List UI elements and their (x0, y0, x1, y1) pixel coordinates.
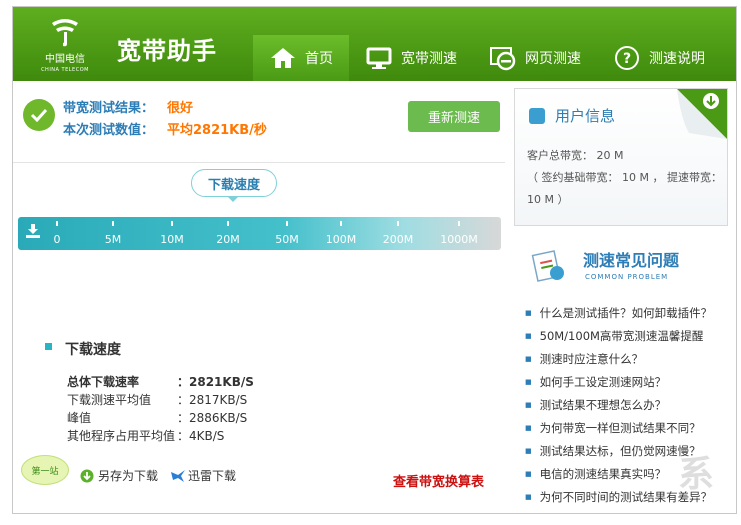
faq-header: 测速常见问题 COMMON PROBLEM (527, 243, 727, 287)
divider (13, 162, 505, 163)
speed-value: 平均2821KB/秒 (167, 123, 267, 138)
result-value: 很好 (167, 101, 194, 116)
green-download-icon (80, 469, 94, 483)
download-speed-bubble: 下载速度 (191, 169, 277, 197)
stat-value: ：2886KB/S (177, 411, 248, 425)
boost-bandwidth: 10 M ） (527, 193, 569, 206)
scale-tick-label: 5M (104, 233, 122, 246)
speed-label: 本次测试数值： (63, 123, 155, 138)
scale-tick-label: 200M (382, 233, 414, 246)
question-icon: ? (613, 44, 641, 72)
faq-subtitle: COMMON PROBLEM (585, 273, 669, 281)
scale-tick-label: 1000M (440, 233, 478, 246)
scale-tick (340, 221, 342, 226)
nav-broadband-speed[interactable]: 宽带测速 (349, 35, 473, 81)
scale-tick-label: 0 (53, 233, 61, 246)
first-station-badge[interactable]: 第一站 (21, 455, 69, 485)
stat-label: 峰值 (67, 411, 92, 425)
scale-tick (286, 221, 288, 226)
download-tray-icon (25, 223, 41, 239)
user-info-card: 用户信息 客户总带宽： 20 M （ 签约基础带宽： 10 M ， 提速带宽： … (514, 88, 728, 226)
stat-label: 总体下载速率 (67, 375, 140, 389)
checkmark-icon (23, 99, 55, 131)
nav-web-speed[interactable]: 网页测速 (473, 35, 597, 81)
scale-tick-label: 20M (216, 233, 240, 246)
faq-title: 测速常见问题 (583, 251, 680, 270)
result-label: 带宽测试结果： (63, 101, 155, 116)
user-info-icon (529, 107, 545, 124)
speed-scale-bar: 0 5M 10M 20M 50M 100M 200M 1000M (18, 217, 501, 250)
faq-document-icon (531, 250, 564, 282)
faq-item[interactable]: 测试结果不理想怎么办？ (525, 394, 736, 417)
stat-value: ：4KB/S (177, 429, 225, 443)
scale-tick (171, 221, 173, 226)
header-bar: 中国电信 CHINA TELECOM 宽带助手 首页 宽带测速 网页测速 ? 测… (13, 7, 736, 81)
save-as-download-link[interactable]: 另存为下载 (80, 467, 158, 484)
faq-item[interactable]: 50M/100M高带宽测速温馨提醒 (525, 325, 736, 348)
home-icon (269, 44, 297, 72)
watermark: 系 (678, 454, 715, 495)
faq-item[interactable]: 测速时应注意什么？ (525, 348, 736, 371)
china-telecom-logo: 中国电信 CHINA TELECOM (35, 17, 95, 73)
faq-item[interactable]: 为何带宽一样但测试结果不同？ (525, 417, 736, 440)
contract-bandwidth: （ 签约基础带宽： 10 M ， 提速带宽： (527, 171, 722, 184)
scale-tick (458, 221, 460, 226)
main-nav: 首页 宽带测速 网页测速 ? 测速说明 (253, 35, 721, 81)
svg-text:?: ? (623, 51, 631, 67)
xunlei-bird-icon (170, 469, 185, 483)
user-info-title: 用户信息 (555, 107, 616, 125)
app-window: 中国电信 CHINA TELECOM 宽带助手 首页 宽带测速 网页测速 ? 测… (12, 6, 737, 514)
test-result-panel: 带宽测试结果： 很好 本次测试数值： 平均2821KB/秒 重新测速 (13, 81, 503, 163)
stat-label: 其他程序占用平均值 (67, 429, 176, 443)
ie-browser-icon (489, 44, 517, 72)
scale-tick (56, 221, 58, 226)
xunlei-download-link[interactable]: 迅雷下载 (170, 467, 236, 484)
scale-tick-label: 10M (160, 233, 184, 246)
faq-item[interactable]: 如何手工设定测速网站？ (525, 371, 736, 394)
app-title: 宽带助手 (117, 37, 217, 65)
scale-tick (397, 221, 399, 226)
retest-button[interactable]: 重新测速 (408, 101, 500, 132)
stat-value: ：2821KB/S (177, 375, 254, 389)
bubble-pointer (227, 196, 239, 202)
scale-tick-label: 100M (325, 233, 357, 246)
monitor-icon (365, 44, 393, 72)
page-curl-download-icon[interactable] (677, 89, 727, 139)
stat-label: 下载测速平均值 (67, 393, 152, 407)
nav-speed-help[interactable]: ? 测速说明 (597, 35, 721, 81)
scale-tick (227, 221, 229, 226)
faq-item[interactable]: 什么是测试插件？如何卸载插件？ (525, 302, 736, 325)
stat-value: ：2817KB/S (177, 393, 248, 407)
section-bullet (45, 343, 52, 350)
scale-tick (112, 221, 114, 226)
scale-tick-label: 50M (275, 233, 299, 246)
nav-home[interactable]: 首页 (253, 35, 349, 81)
download-speed-title: 下载速度 (65, 342, 121, 358)
total-bandwidth: 客户总带宽： 20 M (527, 149, 624, 162)
rate-table-link[interactable]: 查看带宽换算表 (393, 471, 484, 490)
